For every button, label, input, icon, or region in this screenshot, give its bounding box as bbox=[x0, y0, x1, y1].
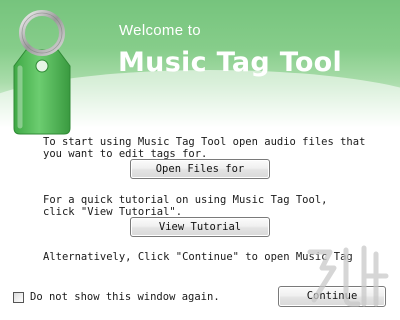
open-files-button[interactable]: Open Files for bbox=[130, 159, 270, 179]
music-tag-icon bbox=[13, 10, 71, 135]
app-title: Music Tag Tool bbox=[118, 47, 343, 78]
dont-show-again-checkbox[interactable] bbox=[13, 292, 24, 303]
intro-text-line1: To start using Music Tag Tool open audio… bbox=[43, 136, 366, 148]
dont-show-again-label[interactable]: Do not show this window again. bbox=[30, 291, 220, 303]
welcome-heading: Welcome to bbox=[119, 22, 201, 39]
watermark-icon bbox=[307, 245, 389, 307]
welcome-window: Welcome to Music Tag Tool To start using… bbox=[0, 0, 400, 320]
view-tutorial-button[interactable]: View Tutorial bbox=[130, 217, 270, 237]
tutorial-text-line1: For a quick tutorial on using Music Tag … bbox=[43, 194, 328, 206]
